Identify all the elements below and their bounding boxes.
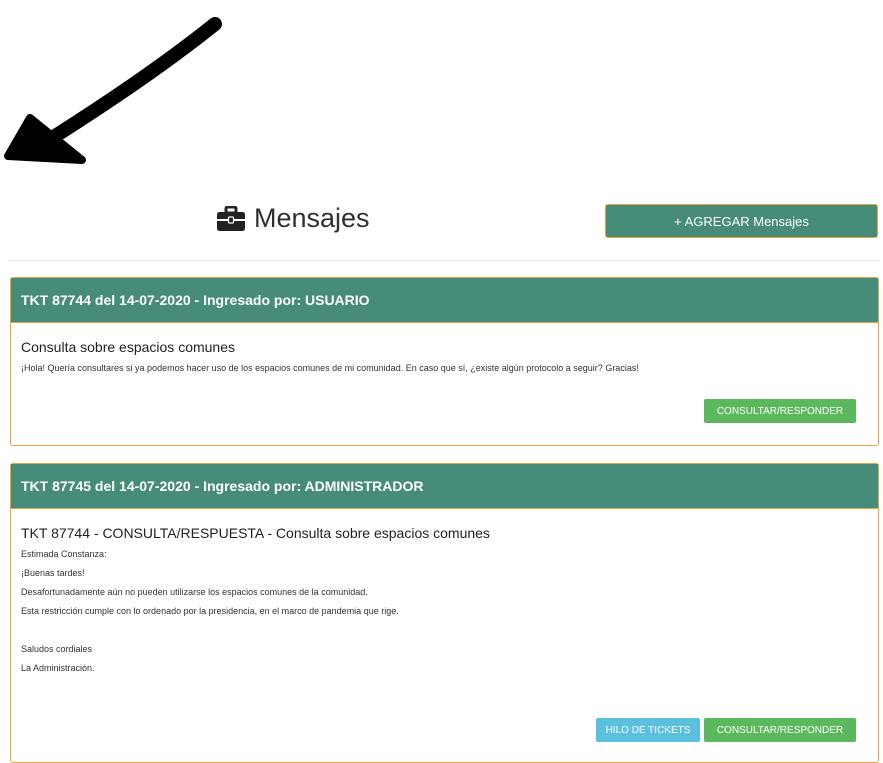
consult-respond-button[interactable]: CONSULTAR/RESPONDER	[704, 718, 856, 742]
ticket-message-line	[21, 621, 868, 640]
divider	[10, 260, 878, 261]
page-title: Mensajes	[216, 203, 370, 234]
ticket-message-line: ¡Hola! Quería consultares si ya podemos …	[21, 363, 639, 373]
consult-respond-button[interactable]: CONSULTAR/RESPONDER	[704, 399, 856, 423]
ticket-message-line: ¡Buenas tardes!	[21, 568, 85, 578]
ticket-body: Consulta sobre espacios comunes ¡Hola! Q…	[11, 323, 878, 388]
ticket-message-line: Saludos cordiales	[21, 644, 93, 654]
ticket-header: TKT 87744 del 14-07-2020 - Ingresado por…	[11, 278, 878, 323]
ticket-panel: TKT 87744 del 14-07-2020 - Ingresado por…	[10, 277, 879, 446]
ticket-message-line: La Administración.	[21, 663, 95, 673]
ticket-header: TKT 87745 del 14-07-2020 - Ingresado por…	[11, 464, 878, 509]
ticket-subject: TKT 87744 - CONSULTA/RESPUESTA - Consult…	[21, 525, 490, 541]
page-title-text: Mensajes	[254, 203, 370, 233]
ticket-message-line: Estimada Constanza:	[21, 549, 107, 559]
ticket-message-line: Desafortunadamente aún no pueden utiliza…	[21, 587, 368, 597]
ticket-message-line: Esta restricción cumple con lo ordenado …	[21, 606, 399, 616]
briefcase-icon	[216, 205, 246, 232]
arrow-annotation	[4, 17, 222, 164]
ticket-body: TKT 87744 - CONSULTA/RESPUESTA - Consult…	[11, 509, 878, 688]
ticket-thread-button[interactable]: HILO DE TICKETS	[596, 718, 700, 742]
ticket-subject: Consulta sobre espacios comunes	[21, 339, 236, 355]
add-message-button[interactable]: + AGREGAR Mensajes	[605, 204, 878, 238]
ticket-panel: TKT 87745 del 14-07-2020 - Ingresado por…	[10, 463, 879, 763]
